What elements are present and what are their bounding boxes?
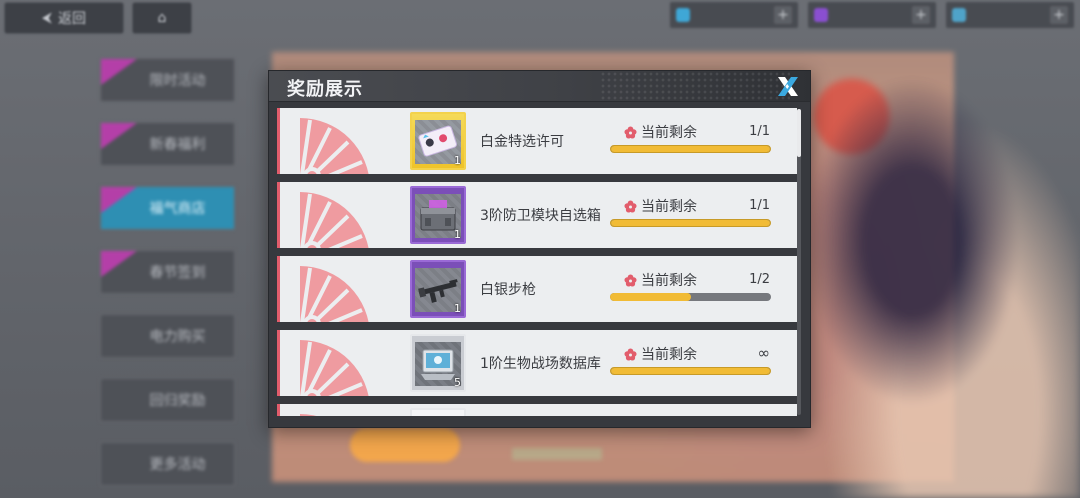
flower-icon: [624, 347, 637, 361]
side-tab-power-purchase[interactable]: 电力购买: [100, 314, 235, 358]
remaining-progress-bar: [610, 145, 771, 153]
flower-icon: [624, 125, 637, 139]
reward-item-slot[interactable]: 1: [410, 186, 466, 244]
crystal-icon: [814, 8, 828, 22]
top-bar: ⮜ 返回 ⌂: [0, 0, 196, 36]
add-coin-button[interactable]: +: [1050, 6, 1068, 24]
remaining-label-text: 当前剩余: [641, 273, 697, 289]
exchange-button[interactable]: [350, 428, 460, 462]
item-quantity: 1: [454, 228, 461, 241]
home-button[interactable]: ⌂: [132, 2, 192, 34]
character-illustration: [800, 70, 1080, 498]
reward-row: 1 白金特选许可 当前剩余 1/1: [277, 108, 797, 174]
scrollbar-thumb[interactable]: [797, 109, 801, 157]
new-tag-icon: [101, 123, 137, 149]
reward-preview-dialog: 奖励展示 1 白金特选许可 当前剩余 1/1 1 3阶防卫模块自选箱 当前剩余 …: [268, 70, 811, 428]
energy-icon: [676, 8, 690, 22]
side-tab-label: 更多活动: [149, 457, 206, 473]
remaining-progress-bar: [610, 293, 771, 301]
event-progress-bar: [512, 448, 602, 460]
add-energy-button[interactable]: +: [774, 6, 792, 24]
side-tab-return-reward[interactable]: 回归奖励: [100, 378, 235, 422]
fan-emblem-icon: [300, 192, 369, 248]
home-icon: ⌂: [157, 10, 167, 26]
header-dot-pattern: [600, 71, 790, 101]
remaining-progress-fill: [610, 293, 691, 301]
dialog-title: 奖励展示: [287, 79, 363, 100]
reward-row: 1 3阶防卫模块自选箱 当前剩余 1/1: [277, 182, 797, 248]
reward-name: 白银步枪: [480, 282, 536, 298]
item-quantity: 5: [454, 376, 461, 389]
side-tab-list: 限时活动 新春福利 福气商店 春节签到 电力购买 回归奖励 更多活动: [100, 58, 235, 486]
back-icon: ⮜: [42, 10, 52, 26]
back-button[interactable]: ⮜ 返回: [4, 2, 124, 34]
item-quantity: 1: [454, 154, 461, 167]
reward-name: 3阶防卫模块自选箱: [480, 208, 601, 224]
flower-icon: [624, 199, 637, 213]
item-quantity: 1: [454, 302, 461, 315]
resource-bar: + + +: [670, 2, 1074, 28]
reward-list-scrollbar[interactable]: [797, 109, 801, 415]
remaining-progress-bar: [610, 219, 771, 227]
flower-icon: [624, 273, 637, 287]
new-tag-icon: [101, 251, 137, 277]
side-tab-label: 限时活动: [149, 73, 206, 89]
side-tab-label: 新春福利: [149, 137, 206, 153]
reward-item-slot[interactable]: 1: [410, 112, 466, 170]
close-button[interactable]: [774, 74, 802, 99]
new-tag-icon: [101, 59, 137, 85]
remaining-label: 当前剩余: [624, 122, 697, 142]
reward-row: 5 1阶生物战场数据库 当前剩余 ∞: [277, 330, 797, 396]
side-tab-label: 春节签到: [149, 265, 206, 281]
side-tab-label: 电力购买: [149, 329, 206, 345]
close-x-icon: [778, 77, 798, 96]
remaining-count: ∞: [757, 344, 771, 362]
reward-row: 1 白银步枪 当前剩余 1/2: [277, 256, 797, 322]
remaining-progress-bar: [610, 367, 771, 375]
side-tab-spring-welfare[interactable]: 新春福利: [100, 122, 235, 166]
reward-item-slot[interactable]: 5: [410, 334, 466, 392]
side-tab-fortune-shop[interactable]: 福气商店: [100, 186, 235, 230]
remaining-count: 1/1: [749, 124, 770, 139]
remaining-label: 当前剩余: [624, 196, 697, 216]
remaining-label-text: 当前剩余: [641, 199, 697, 215]
reward-item-slot[interactable]: [410, 408, 466, 416]
remaining-progress-fill: [611, 220, 770, 226]
remaining-count: 1/1: [749, 198, 770, 213]
new-tag-icon: [101, 187, 137, 213]
resource-energy: +: [670, 2, 798, 28]
remaining-count: 1/2: [749, 272, 770, 287]
reward-name: 白金特选许可: [480, 134, 564, 150]
resource-crystal: +: [808, 2, 936, 28]
remaining-label-text: 当前剩余: [641, 125, 697, 141]
remaining-progress-fill: [611, 146, 770, 152]
reward-list[interactable]: 1 白金特选许可 当前剩余 1/1 1 3阶防卫模块自选箱 当前剩余 1/1 1…: [277, 108, 797, 416]
fan-emblem-icon: [300, 266, 369, 322]
reward-item-slot[interactable]: 1: [410, 260, 466, 318]
side-tab-label: 福气商店: [149, 201, 206, 217]
remaining-progress-fill: [611, 368, 770, 374]
remaining-label: 当前剩余: [624, 270, 697, 290]
side-tab-limited-event[interactable]: 限时活动: [100, 58, 235, 102]
dialog-header: 奖励展示: [269, 71, 810, 102]
resource-coin: +: [946, 2, 1074, 28]
fan-emblem-icon: [300, 414, 317, 416]
fan-emblem-icon: [300, 118, 369, 174]
side-tab-spring-signin[interactable]: 春节签到: [100, 250, 235, 294]
back-label: 返回: [57, 11, 86, 27]
coin-icon: [952, 8, 966, 22]
reward-name: 1阶生物战场数据库: [480, 356, 601, 372]
fan-emblem-icon: [300, 340, 369, 396]
remaining-label-text: 当前剩余: [641, 347, 697, 363]
side-tab-label: 回归奖励: [149, 393, 206, 409]
remaining-label: 当前剩余: [624, 344, 697, 364]
side-tab-more[interactable]: 更多活动: [100, 442, 235, 486]
add-crystal-button[interactable]: +: [912, 6, 930, 24]
reward-row: [277, 404, 797, 416]
